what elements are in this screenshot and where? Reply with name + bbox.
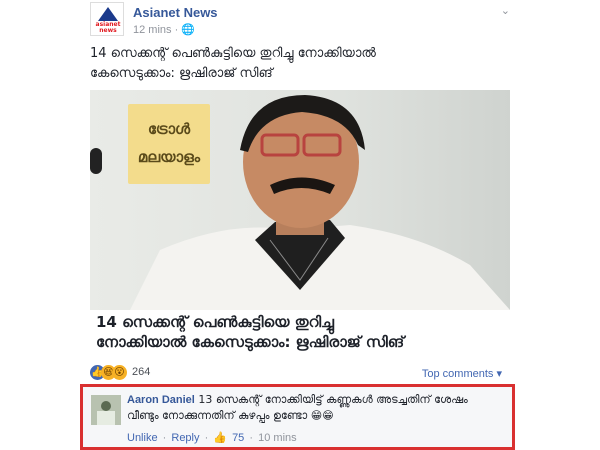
post-header: asianet news Asianet News 12 mins · 🌐 ⌄	[90, 2, 510, 38]
comment-body: വീണ്ടും നോക്കുന്നതിന് കുഴപ്പം ഉണ്ടോ 😁😁	[127, 409, 334, 422]
caption-line: നോക്കിയാൽ കേസെടുക്കാം: ഋഷിരാജ് സിങ്	[96, 333, 405, 351]
wow-reaction-icon[interactable]: 😮	[112, 365, 127, 380]
separator-dot: ·	[204, 432, 209, 444]
post-meta: 12 mins · 🌐	[133, 23, 195, 36]
page-logo[interactable]: asianet news	[90, 2, 124, 36]
status-line: 14 സെക്കന്റ് പെൺകുട്ടിയെ തുറിച്ചു നോക്കി…	[90, 46, 376, 61]
comment-like-count[interactable]: 75	[232, 432, 244, 444]
avatar-body	[97, 411, 115, 425]
post-photo[interactable]: ട്രോൾ മലയാളം	[90, 90, 510, 310]
avatar[interactable]	[91, 395, 121, 425]
watermark-line: ട്രോൾ	[147, 120, 191, 138]
top-comments-dropdown[interactable]: Top comments ▾	[422, 367, 502, 380]
thumbs-up-icon: 👍	[213, 432, 227, 444]
comment-author-link[interactable]: Aaron Daniel	[127, 394, 195, 406]
watermark-line: മലയാളം	[137, 148, 201, 166]
comment-text: Aaron Daniel 13 സെകന്റ് നോക്കിയിട്ട് കണ്…	[127, 392, 507, 424]
reply-button[interactable]: Reply	[171, 432, 199, 444]
photo-caption: 14 സെക്കന്റ് പെൺകുട്ടിയെ തുറിച്ചു നോക്കി…	[90, 312, 510, 360]
reactions-bar: 👍 😆 😮 264 Top comments ▾	[90, 362, 510, 384]
reaction-count[interactable]: 264	[132, 366, 150, 378]
comment-time[interactable]: 10 mins	[258, 432, 297, 444]
facebook-post: asianet news Asianet News 12 mins · 🌐 ⌄ …	[80, 0, 520, 450]
comment-body: 13 സെകന്റ് നോക്കിയിട്ട് കണ്ണുകൾ അടച്ചതിന…	[194, 393, 468, 406]
logo-text: asianet news	[95, 21, 121, 34]
caption-line: 14 സെക്കന്റ് പെൺകുട്ടിയെ തുറിച്ചു	[96, 313, 334, 331]
post-status-text: 14 സെക്കന്റ് പെൺകുട്ടിയെ തുറിച്ചു നോക്കി…	[90, 44, 510, 84]
chevron-down-icon[interactable]: ⌄	[501, 4, 510, 17]
troll-malayalam-watermark: ട്രോൾ മലയാളം	[128, 104, 210, 184]
comment-actions: Unlike · Reply · 👍 75 · 10 mins	[127, 431, 299, 444]
globe-icon: 🌐	[181, 24, 195, 36]
comment-line: Aaron Daniel 13 സെകന്റ് നോക്കിയിട്ട് കണ്…	[127, 392, 507, 408]
post-time[interactable]: 12 mins ·	[133, 24, 181, 36]
highlighted-comment: Aaron Daniel 13 സെകന്റ് നോക്കിയിട്ട് കണ്…	[80, 384, 515, 450]
separator-dot: ·	[249, 432, 254, 444]
unlike-button[interactable]: Unlike	[127, 432, 158, 444]
logo-triangle-icon	[98, 7, 118, 21]
avatar-head	[101, 401, 111, 411]
microphone-icon	[90, 148, 102, 174]
separator-dot: ·	[162, 432, 167, 444]
status-line: കേസെടുക്കാം: ഋഷിരാജ് സിങ്	[90, 66, 273, 81]
page-name-link[interactable]: Asianet News	[133, 5, 218, 20]
